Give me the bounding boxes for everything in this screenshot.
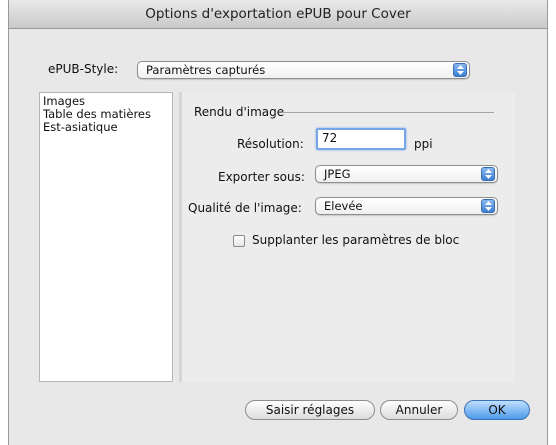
quality-value: Elevée bbox=[324, 199, 363, 213]
epub-style-label: ePUB-Style: bbox=[48, 62, 119, 76]
popup-arrows-icon bbox=[481, 167, 495, 181]
cancel-button[interactable]: Annuler bbox=[380, 400, 458, 420]
export-dialog: Options d'exportation ePUB pour Cover eP… bbox=[8, 0, 548, 445]
dialog-title: Options d'exportation ePUB pour Cover bbox=[9, 0, 547, 29]
export-as-label: Exporter sous: bbox=[218, 170, 305, 184]
resolution-label: Résolution: bbox=[237, 137, 304, 151]
export-as-value: JPEG bbox=[324, 167, 351, 181]
ok-button[interactable]: OK bbox=[464, 400, 530, 420]
export-as-select[interactable]: JPEG bbox=[315, 165, 498, 183]
popup-arrows-icon bbox=[453, 63, 467, 77]
sidebar-item-east-asian[interactable]: Est-asiatique bbox=[43, 121, 169, 134]
epub-style-value: Paramètres capturés bbox=[146, 63, 266, 77]
override-label: Supplanter les paramètres de bloc bbox=[252, 233, 460, 247]
popup-arrows-icon bbox=[481, 199, 495, 213]
group-divider bbox=[282, 112, 494, 113]
capture-settings-button[interactable]: Saisir réglages bbox=[245, 400, 375, 420]
resolution-input[interactable]: 72 bbox=[316, 128, 406, 150]
resolution-unit: ppi bbox=[414, 137, 433, 151]
quality-select[interactable]: Elevée bbox=[315, 197, 498, 215]
epub-style-select[interactable]: Paramètres capturés bbox=[137, 61, 470, 79]
group-title: Rendu d'image bbox=[194, 105, 285, 119]
override-checkbox[interactable] bbox=[233, 235, 245, 247]
category-list: Images Table des matières Est-asiatique bbox=[39, 92, 173, 382]
settings-pane: Rendu d'image Résolution: 72 ppi Exporte… bbox=[179, 92, 515, 382]
quality-label: Qualité de l'image: bbox=[188, 201, 302, 215]
